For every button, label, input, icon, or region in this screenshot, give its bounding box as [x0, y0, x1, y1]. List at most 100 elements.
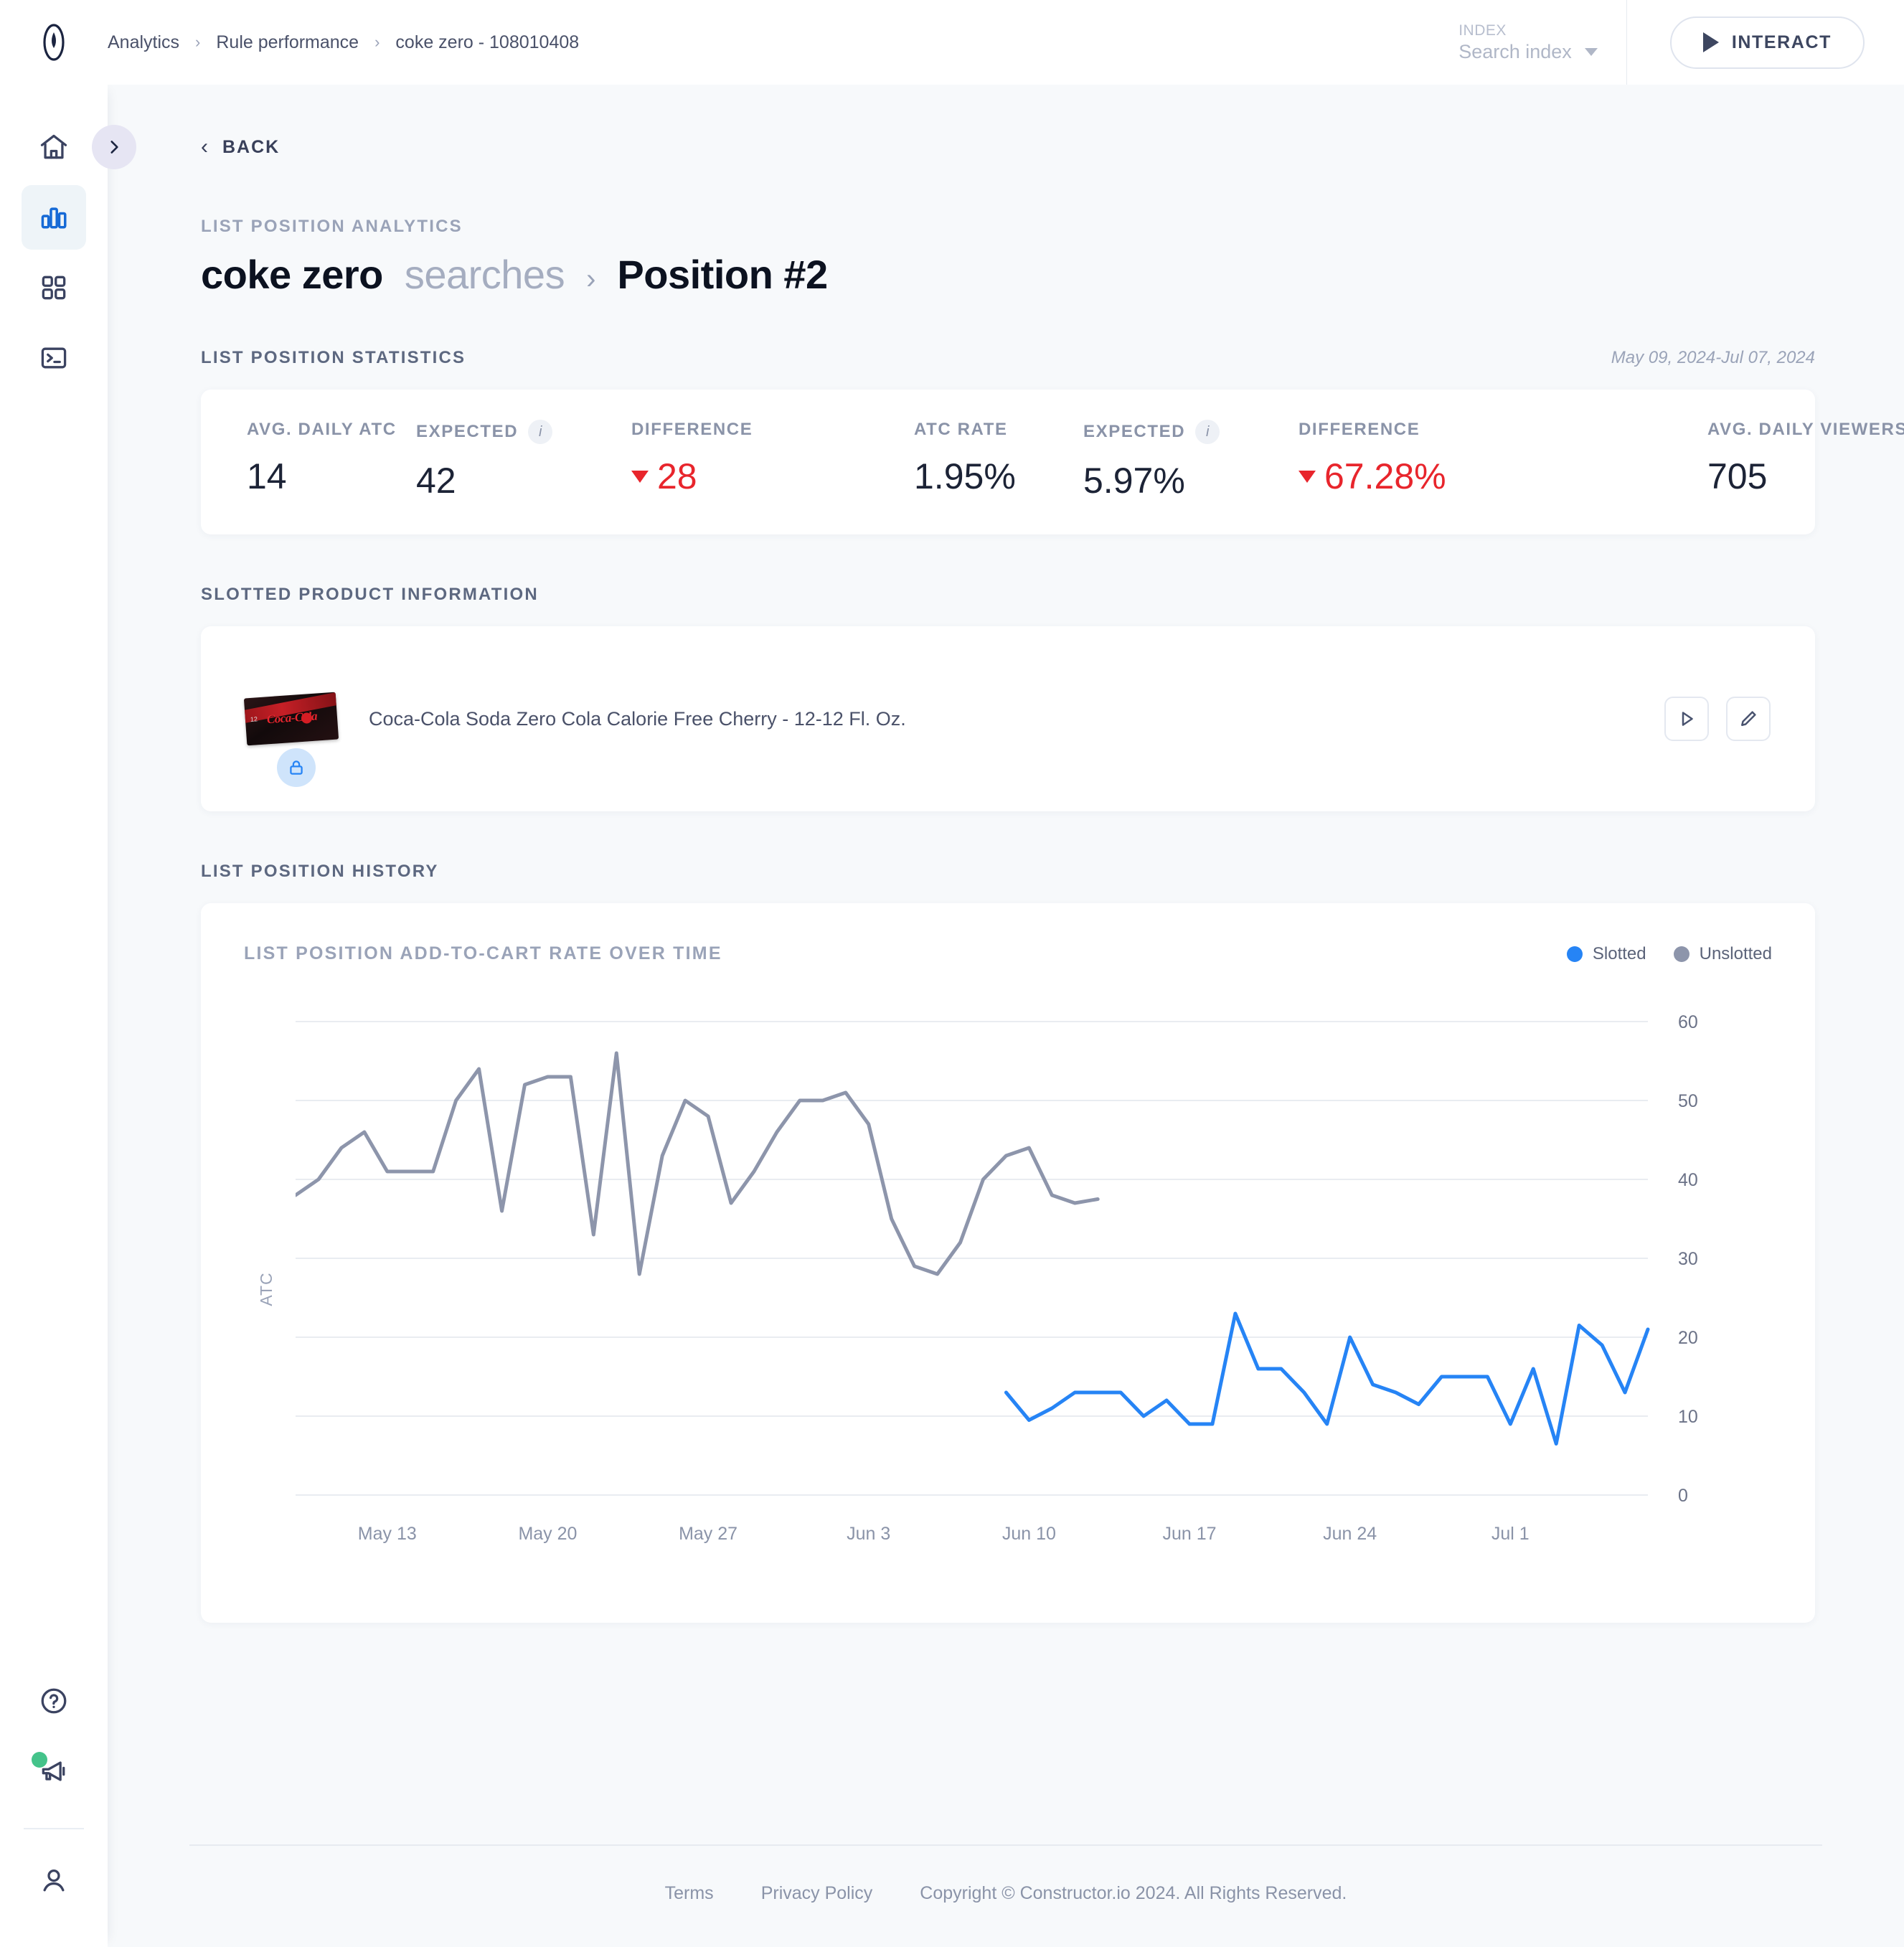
- stat-atc-rate: ATC RATE 1.95%: [868, 420, 1083, 501]
- breadcrumb-item-rule-performance[interactable]: Rule performance: [216, 32, 359, 53]
- legend-label: Unslotted: [1699, 943, 1772, 963]
- page-title-query: coke zero: [201, 252, 383, 297]
- stats-container: AVG. DAILY ATC 14 EXPECTED i 42 DIFFERENCE 28 A…: [201, 390, 1904, 534]
- product-row: 12 Coca‑Cola Coca-Cola Soda Zero Cola Ca…: [201, 626, 1815, 811]
- index-selector-label: INDEX: [1458, 22, 1507, 39]
- sidebar-item-home[interactable]: [22, 115, 86, 179]
- chevron-left-icon: ‹: [201, 135, 208, 159]
- account-icon: [43, 1869, 65, 1892]
- grid-icon: [42, 275, 66, 300]
- lock-icon: [290, 760, 303, 775]
- product-row-actions: [1664, 697, 1771, 741]
- legend-item-unslotted[interactable]: Unslotted: [1673, 943, 1772, 964]
- stat-label: AVG. DAILY ATC: [247, 420, 397, 439]
- sidebar-item-analytics[interactable]: [22, 185, 86, 250]
- chart-line-unslotted: [296, 1053, 1098, 1274]
- sidebar: [0, 85, 108, 1947]
- stat-value-text: 28: [657, 456, 697, 496]
- page-title-type: searches: [404, 252, 565, 297]
- status-badge: [32, 1752, 47, 1768]
- stat-label-row: AVG. DAILY ATC: [247, 420, 416, 440]
- stat-value: 28: [631, 456, 868, 497]
- index-selector-value-row: Search index: [1458, 41, 1598, 63]
- help-icon: [41, 1688, 67, 1714]
- interact-button[interactable]: INTERACT: [1669, 16, 1865, 69]
- trend-down-icon: [631, 470, 649, 483]
- back-button-label: BACK: [222, 136, 281, 157]
- stat-label: DIFFERENCE: [1299, 420, 1420, 439]
- sidebar-item-announcements[interactable]: [22, 1739, 86, 1804]
- legend-dot-icon: [1566, 946, 1583, 962]
- footer-link-terms[interactable]: Terms: [665, 1883, 714, 1904]
- sidebar-item-account[interactable]: [22, 1848, 86, 1913]
- interact-cell: INTERACT: [1627, 0, 1904, 85]
- sidebar-expand-toggle[interactable]: [92, 125, 136, 169]
- page-eyebrow: LIST POSITION ANALYTICS: [201, 217, 463, 236]
- interact-button-label: INTERACT: [1731, 32, 1832, 52]
- play-icon: [1682, 712, 1693, 726]
- footer: Terms Privacy Policy Copyright © Constru…: [145, 1846, 1867, 1947]
- footer-wrap: Terms Privacy Policy Copyright © Constru…: [108, 1794, 1904, 1947]
- index-selector[interactable]: INDEX Search index: [1437, 0, 1626, 85]
- terminal-icon: [41, 347, 67, 369]
- stats-section-title: LIST POSITION STATISTICS: [201, 348, 466, 367]
- app-logo[interactable]: [0, 24, 108, 61]
- sidebar-item-help[interactable]: [22, 1669, 86, 1733]
- stat-label-row: EXPECTED i: [416, 420, 631, 444]
- index-selector-value: Search index: [1458, 40, 1572, 62]
- edit-icon: [1741, 711, 1756, 726]
- back-button[interactable]: ‹ BACK: [164, 85, 1852, 158]
- analytics-icon: [41, 207, 67, 229]
- home-icon: [40, 134, 67, 159]
- stat-label-row: ATC RATE: [914, 420, 1083, 440]
- legend-label: Slotted: [1592, 943, 1646, 963]
- stat-difference: DIFFERENCE 28: [631, 420, 868, 501]
- product-name: Coca-Cola Soda Zero Cola Calorie Free Ch…: [369, 707, 906, 730]
- stat-value: 42: [416, 461, 456, 501]
- main-content: ‹ BACK LIST POSITION ANALYTICS coke zero…: [108, 85, 1904, 1947]
- stat-value: 1.95%: [914, 456, 1016, 496]
- info-icon[interactable]: i: [528, 420, 553, 444]
- app-root: Analytics › Rule performance › coke zero…: [0, 0, 1904, 1947]
- footer-link-privacy[interactable]: Privacy Policy: [761, 1883, 873, 1904]
- stat-group: ATC RATE 1.95% EXPECTED i 5.97% DIFFERENCE 67.…: [868, 420, 1542, 501]
- product-preview-button[interactable]: [1664, 697, 1709, 741]
- slotted-lock-badge: [277, 748, 316, 787]
- trend-down-icon: [1299, 470, 1316, 483]
- chevron-right-icon: [110, 141, 118, 154]
- product-section-head: SLOTTED PRODUCT INFORMATION: [164, 534, 1852, 605]
- breadcrumb-separator-icon: ›: [195, 33, 201, 51]
- sidebar-divider: [24, 1828, 84, 1829]
- stat-difference: DIFFERENCE 67.28%: [1299, 420, 1542, 501]
- stat-value-text: 67.28%: [1324, 456, 1446, 496]
- breadcrumb-item-current[interactable]: coke zero - 108010408: [395, 32, 579, 53]
- info-icon[interactable]: i: [1195, 420, 1220, 444]
- product-edit-button[interactable]: [1726, 697, 1771, 741]
- chart-legend: Slotted Unslotted: [1566, 943, 1772, 964]
- main-inner: ‹ BACK LIST POSITION ANALYTICS coke zero…: [108, 85, 1904, 1623]
- sidebar-item-catalog[interactable]: [22, 255, 86, 320]
- page-title: coke zero searches › Position #2: [164, 237, 1852, 298]
- legend-dot-icon: [1673, 946, 1689, 962]
- chart-title: LIST POSITION ADD-TO-CART RATE OVER TIME: [244, 943, 722, 963]
- stat-value: 705: [1707, 456, 1768, 496]
- top-bar: Analytics › Rule performance › coke zero…: [0, 0, 1904, 85]
- sidebar-item-developer[interactable]: [22, 326, 86, 390]
- stats-section-head: LIST POSITION STATISTICS May 09, 2024-Ju…: [164, 298, 1852, 368]
- stat-label: EXPECTED: [416, 422, 519, 441]
- stat-avg-daily-atc: AVG. DAILY ATC 14: [201, 420, 416, 501]
- chart-card: LIST POSITION ADD-TO-CART RATE OVER TIME…: [201, 903, 1815, 1623]
- play-icon: [1702, 32, 1719, 52]
- stat-label: AVG. DAILY VIEWERS: [1707, 420, 1904, 439]
- chart-head: LIST POSITION ADD-TO-CART RATE OVER TIME…: [244, 943, 1772, 964]
- breadcrumb: Analytics › Rule performance › coke zero…: [108, 32, 579, 53]
- stat-label-row: DIFFERENCE: [1299, 420, 1542, 440]
- chevron-down-icon: [1584, 47, 1598, 56]
- stat-value: 14: [247, 456, 287, 496]
- stat-avg-daily-viewers: AVG. DAILY VIEWERS 705: [1542, 420, 1904, 501]
- page-title-position: Position #2: [617, 252, 828, 297]
- legend-item-slotted[interactable]: Slotted: [1566, 943, 1646, 964]
- breadcrumb-item-analytics[interactable]: Analytics: [108, 32, 179, 53]
- constructor-logo-icon: [43, 24, 65, 61]
- top-bar-right: INDEX Search index INTERACT: [1437, 0, 1904, 85]
